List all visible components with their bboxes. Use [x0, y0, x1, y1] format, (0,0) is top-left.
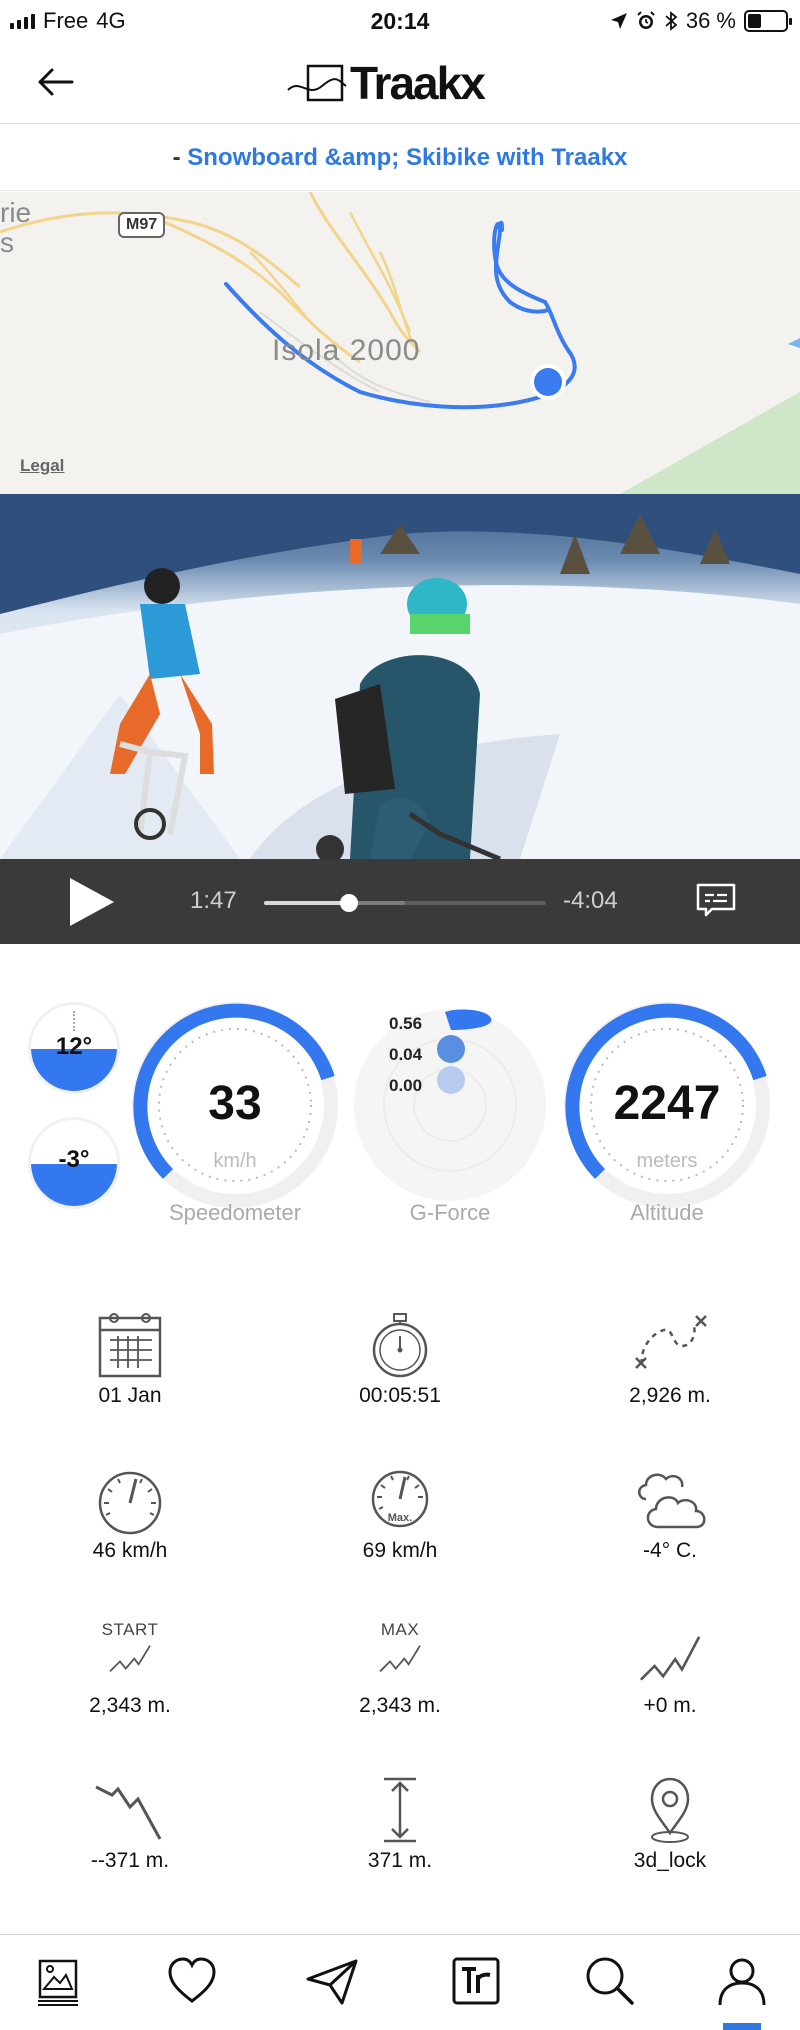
speedometer-max-icon: Max.	[371, 1470, 429, 1528]
bluetooth-icon	[665, 11, 678, 31]
stat-vertical-range: 371 m.	[270, 1775, 530, 1873]
gforce-value-2: 0.04	[389, 1045, 423, 1064]
stat-caption: START	[101, 1620, 159, 1639]
speedometer-gauge: 33 km/h	[130, 1000, 340, 1210]
alarm-icon	[637, 11, 655, 29]
tab-bar	[0, 1934, 800, 2030]
stat-elevation-gain: +0 m.	[540, 1620, 800, 1718]
stat-max-elevation: MAX 2,343 m.	[270, 1620, 530, 1718]
screen: Free 4G 20:14 36 % Traakx - Snowboard &a…	[0, 0, 800, 2030]
progress-bar	[264, 901, 349, 905]
stat-value: --371 m.	[90, 1849, 170, 1872]
battery-icon	[744, 10, 792, 32]
navigation-bar: Traakx	[0, 42, 800, 124]
traakx-icon[interactable]	[446, 1951, 506, 2011]
stat-value: 01 Jan	[98, 1384, 162, 1407]
play-icon[interactable]	[66, 876, 116, 928]
tilt-gauge-bottom: -3°	[31, 1120, 117, 1206]
stopwatch-icon	[372, 1313, 428, 1378]
speed-value: 33	[208, 1077, 262, 1130]
elevation-max-icon	[379, 1645, 421, 1673]
stat-caption: MAX	[380, 1620, 420, 1639]
stat-value: 2,926 m.	[629, 1384, 711, 1407]
remaining-time: -4:04	[563, 887, 618, 914]
gforce-dial	[354, 1009, 546, 1201]
tilt-top-value: 12°	[55, 1033, 93, 1060]
stat-value: 2,343 m.	[359, 1694, 441, 1717]
location-pin-icon	[650, 1777, 690, 1843]
stat-elevation-loss: --371 m.	[0, 1775, 260, 1873]
stat-max-speed: Max. 69 km/h	[270, 1465, 530, 1563]
map-town-label: Isola 2000	[272, 334, 421, 367]
battery-percent: 36 %	[685, 8, 736, 33]
location-arrow-icon	[610, 13, 627, 29]
brand-name: Traakx	[350, 57, 486, 109]
tilt-bottom-value: -3°	[58, 1146, 90, 1173]
stat-start-elevation: START 2,343 m.	[0, 1620, 260, 1718]
stat-value: -4° C.	[643, 1539, 697, 1562]
stat-value: 46 km/h	[92, 1539, 168, 1562]
gforce-value-1: 0.56	[389, 1014, 423, 1033]
altitude-gauge: 2247 meters	[562, 1000, 772, 1210]
calendar-icon	[98, 1313, 162, 1378]
speedometer-avg-icon	[98, 1471, 162, 1535]
stat-value: 371 m.	[367, 1849, 433, 1872]
profile-icon[interactable]	[712, 1951, 772, 2011]
gauges-panel: 12° -3° 33 km/h Speedometer 0.56 0.04 0.…	[0, 985, 800, 1235]
altitude-label: Altitude	[630, 1200, 704, 1225]
send-icon[interactable]	[302, 1951, 362, 2011]
tilt-gauge-top: 12°	[31, 1005, 117, 1091]
current-time: 1:47	[190, 887, 237, 914]
stat-weather: -4° C.	[540, 1465, 800, 1563]
stat-value: 00:05:51	[359, 1384, 441, 1407]
back-arrow-icon[interactable]	[32, 60, 82, 104]
vertical-range-icon	[384, 1777, 416, 1843]
weather-cloud-icon	[638, 1473, 706, 1529]
gforce-label: G-Force	[409, 1200, 491, 1225]
heart-icon[interactable]	[162, 1951, 222, 2011]
road-badge: M97	[118, 212, 166, 238]
active-tab-indicator	[723, 2023, 761, 2030]
traakx-logo-icon	[287, 64, 347, 102]
map-view[interactable]: rie s M97 Isola 2000 Legal	[0, 192, 800, 494]
gforce-gauge: 0.56 0.04 0.00	[345, 1000, 555, 1210]
video-frame[interactable]	[0, 494, 800, 859]
brand-logo: Traakx	[286, 56, 486, 110]
gallery-icon[interactable]	[28, 1951, 88, 2011]
stat-gps-fix: 3d_lock	[540, 1775, 800, 1873]
stat-duration: 00:05:51	[270, 1310, 530, 1408]
stat-value: 3d_lock	[633, 1849, 707, 1872]
track-title-bar[interactable]: - Snowboard &amp; Skibike with Traakx	[0, 125, 800, 191]
svg-text:Max.: Max.	[388, 1512, 412, 1524]
elevation-start-icon	[109, 1645, 151, 1673]
gforce-value-3: 0.00	[389, 1076, 423, 1095]
speedometer-label: Speedometer	[168, 1200, 302, 1225]
video-scrubber[interactable]	[264, 894, 546, 912]
title-prefix: -	[172, 144, 181, 171]
stat-distance: 2,926 m.	[540, 1310, 800, 1408]
video-controls: 1:47 -4:04	[0, 859, 800, 944]
search-icon[interactable]	[580, 1951, 640, 2011]
stat-value: +0 m.	[643, 1694, 697, 1717]
subtitles-icon[interactable]	[696, 883, 736, 917]
stat-value: 2,343 m.	[89, 1694, 171, 1717]
video-scene	[0, 494, 800, 859]
speed-unit: km/h	[213, 1150, 257, 1172]
map-legal-link[interactable]: Legal	[20, 456, 64, 476]
stat-date: 01 Jan	[0, 1310, 260, 1408]
scrubber-handle[interactable]	[339, 894, 358, 912]
route-distance-icon	[635, 1315, 707, 1369]
status-bar: Free 4G 20:14 36 %	[0, 0, 800, 42]
elevation-loss-icon	[95, 1785, 162, 1840]
stat-avg-speed: 46 km/h	[0, 1465, 260, 1563]
altitude-value: 2247	[613, 1077, 721, 1130]
track-title[interactable]: Snowboard &amp; Skibike with Traakx	[187, 144, 627, 171]
elevation-gain-icon	[639, 1636, 701, 1681]
battery-level	[748, 14, 761, 28]
tilt-tick	[73, 1011, 75, 1031]
map-edge-label: rie s	[0, 197, 32, 258]
stat-value: 69 km/h	[362, 1539, 438, 1562]
altitude-unit: meters	[636, 1150, 698, 1172]
